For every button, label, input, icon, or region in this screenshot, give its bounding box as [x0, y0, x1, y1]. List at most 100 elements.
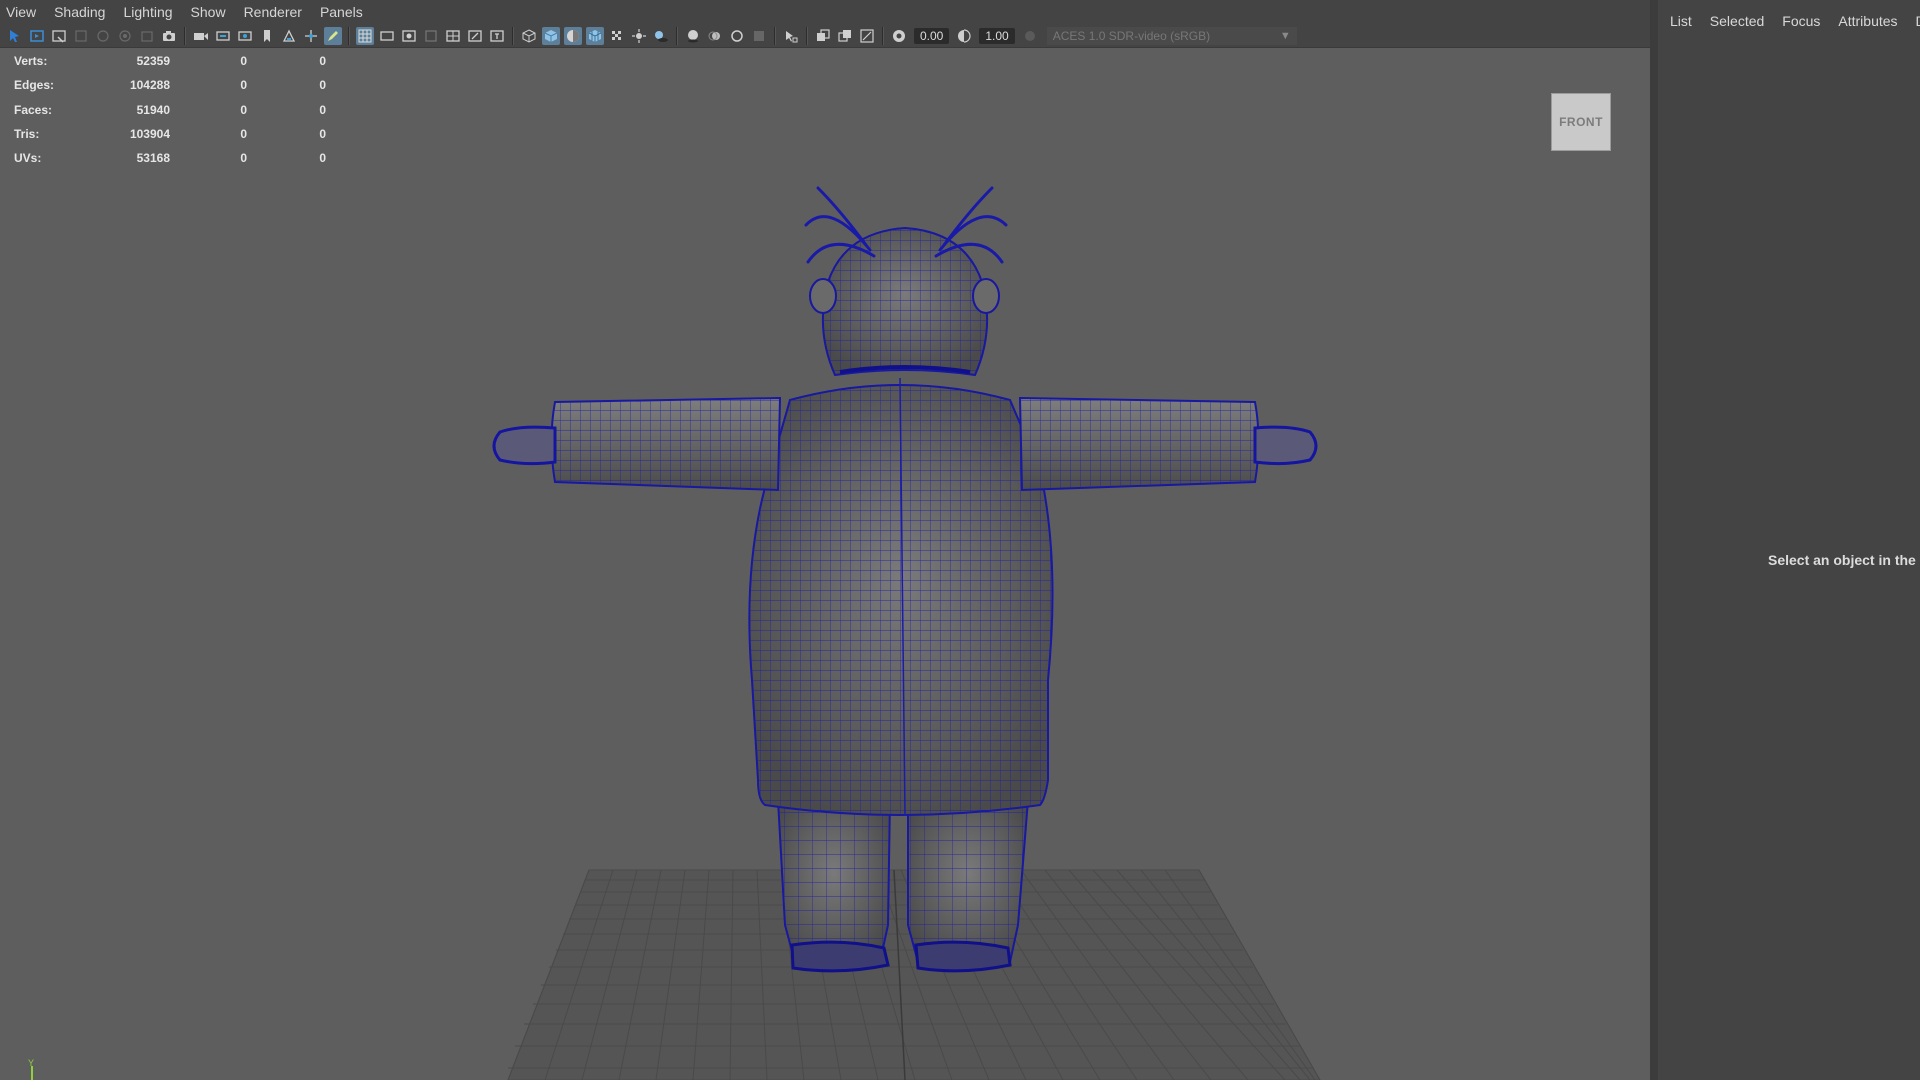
toolbar-separator: [512, 26, 514, 45]
view-cube[interactable]: FRONT: [1551, 93, 1611, 151]
viewport-menubar: View Shading Lighting Show Renderer Pane…: [0, 0, 1650, 24]
film-gate-toggle-icon: [380, 30, 394, 41]
gate-mask-icon: [425, 29, 437, 42]
safe-action-icon: [468, 29, 482, 42]
character-model[interactable]: [492, 186, 1318, 973]
safe-action-button[interactable]: [258, 27, 276, 45]
view-transform-dropdown[interactable]: ACES 1.0 SDR-video (sRGB) ▼: [1046, 26, 1297, 45]
field-chart-toggle-button[interactable]: [444, 27, 462, 45]
color-management-button[interactable]: [1021, 27, 1039, 45]
viewport-panel[interactable]: View Shading Lighting Show Renderer Pane…: [0, 0, 1650, 1080]
bookmarks-button[interactable]: [50, 27, 68, 45]
left-hand: [492, 425, 557, 466]
toolbar-separator: [882, 26, 884, 45]
safe-action-toggle-button[interactable]: [466, 27, 484, 45]
wireframe-on-shaded-icon: [588, 29, 602, 42]
xray-active-components-button[interactable]: [836, 27, 854, 45]
film-gate-toggle-button[interactable]: [378, 27, 396, 45]
tab-list[interactable]: List: [1670, 13, 1692, 29]
right-foot: [914, 940, 1012, 973]
menu-lighting[interactable]: Lighting: [115, 4, 182, 20]
grease-pencil-icon: [119, 29, 131, 42]
isolate-select-button[interactable]: [782, 27, 800, 45]
copy-icon: [141, 30, 153, 42]
grid-toggle-button[interactable]: [356, 26, 374, 45]
scene-3d[interactable]: [0, 48, 1650, 1080]
menu-view[interactable]: View: [0, 4, 46, 20]
tab-focus[interactable]: Focus: [1782, 13, 1820, 29]
shaded-cube-icon: [544, 29, 558, 42]
menu-renderer[interactable]: Renderer: [236, 4, 312, 20]
use-default-material-button[interactable]: [564, 26, 582, 45]
snapshot-button[interactable]: [138, 27, 156, 45]
tab-attributes[interactable]: Attributes: [1838, 13, 1897, 29]
viewport-toolbar: 0.00 1.00 ACES 1.0 SDR-video (sRGB) ▼: [0, 24, 1650, 48]
right-hand: [1253, 425, 1318, 466]
menu-panels[interactable]: Panels: [312, 4, 373, 20]
render-snapshot-button[interactable]: [160, 27, 178, 45]
gamma-button[interactable]: [955, 27, 973, 45]
anti-aliasing-icon: [731, 29, 743, 42]
wireframe-shading-button[interactable]: [520, 27, 538, 45]
xray-button[interactable]: [814, 27, 832, 45]
exposure-button[interactable]: [890, 27, 908, 45]
axis-y-label: Y: [28, 1058, 34, 1068]
shadows-button[interactable]: [652, 27, 670, 45]
safe-title-icon: [490, 29, 504, 42]
depth-of-field-button[interactable]: [750, 27, 768, 45]
exposure-field[interactable]: 0.00: [914, 27, 950, 44]
chevron-down-icon: ▼: [1279, 29, 1291, 42]
gamma-field[interactable]: 1.00: [979, 27, 1015, 44]
xray-active-icon: [838, 29, 851, 42]
panel-divider[interactable]: [1650, 0, 1658, 1080]
bookmark-icon: [52, 29, 66, 43]
camera-attributes-button[interactable]: [28, 27, 46, 45]
checker-icon: [612, 30, 621, 40]
view-cube-label: FRONT: [1559, 115, 1603, 129]
gate-mask-toggle-button[interactable]: [422, 27, 440, 45]
grid-icon: [358, 29, 372, 42]
material-sphere-icon: [567, 29, 579, 42]
smooth-shade-button[interactable]: [542, 26, 560, 45]
color-management-icon: [1024, 30, 1035, 41]
xray-joints-toggle-button[interactable]: [858, 27, 876, 45]
use-all-lights-button[interactable]: [630, 27, 648, 45]
resolution-gate-button[interactable]: [400, 27, 418, 45]
motion-blur-button[interactable]: [706, 27, 724, 45]
wireframe-cube-icon: [522, 28, 536, 43]
resolution-gate-icon: [402, 29, 416, 42]
2d-pan-zoom-button[interactable]: [94, 27, 112, 45]
textured-button[interactable]: [608, 27, 626, 45]
menu-shading[interactable]: Shading: [46, 4, 115, 20]
depth-of-field-icon: [754, 30, 764, 41]
toolbar-separator: [774, 26, 776, 45]
tab-selected[interactable]: Selected: [1710, 13, 1764, 29]
screen-space-ao-button[interactable]: [684, 27, 702, 45]
field-chart-icon: [238, 30, 252, 41]
image-plane-button[interactable]: [72, 27, 90, 45]
field-chart-button[interactable]: [236, 27, 254, 45]
gate-mask-button[interactable]: [214, 27, 232, 45]
tab-d[interactable]: D: [1916, 13, 1920, 29]
view-transform-value: ACES 1.0 SDR-video (sRGB): [1052, 28, 1211, 43]
right-ear: [972, 278, 1000, 314]
menu-show[interactable]: Show: [183, 4, 236, 20]
grease-pencil-button[interactable]: [116, 27, 134, 45]
isolate-button[interactable]: [280, 27, 298, 45]
camera-view-button[interactable]: [192, 27, 210, 45]
wireframe-toggle-button[interactable]: [324, 26, 342, 45]
anti-aliasing-button[interactable]: [728, 27, 746, 45]
toolbar-separator: [806, 26, 808, 45]
xray-joints-button[interactable]: [302, 27, 320, 45]
pencil-icon: [328, 30, 338, 41]
select-camera-button[interactable]: [6, 27, 24, 45]
xray-joints-icon: [860, 28, 874, 43]
wireframe-on-shaded-button[interactable]: [586, 26, 604, 45]
toolbar-separator: [184, 26, 186, 45]
move-manip-icon: [305, 29, 317, 42]
attribute-panel: List Selected Focus Attributes D Select …: [1658, 0, 1920, 1080]
left-foot: [790, 940, 890, 973]
isolate-icon: [282, 29, 296, 42]
camera-icon: [163, 30, 175, 41]
safe-title-toggle-button[interactable]: [488, 27, 506, 45]
